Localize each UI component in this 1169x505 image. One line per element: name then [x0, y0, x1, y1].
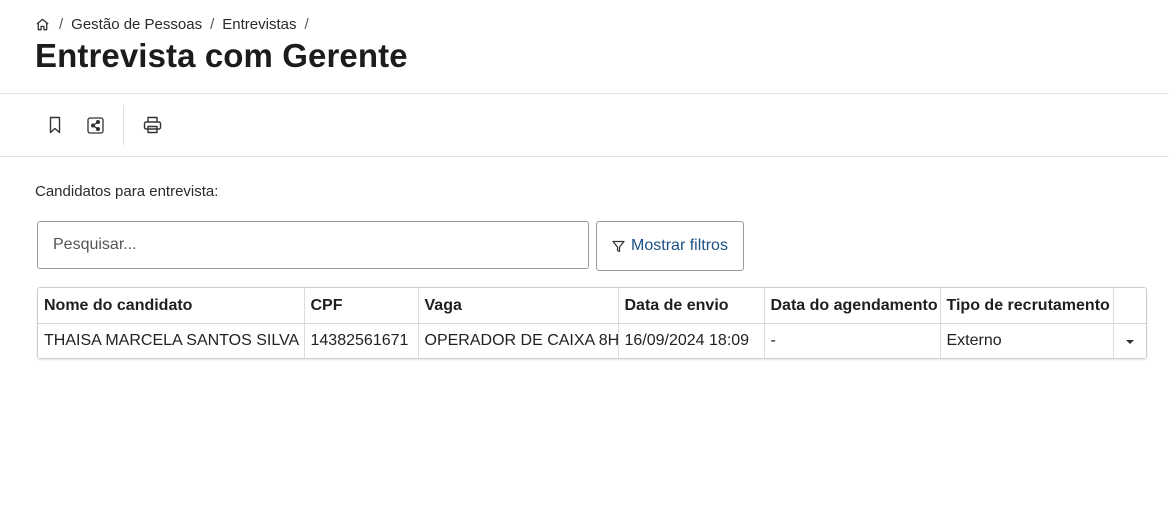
candidates-table: Nome do candidato CPF Vaga Data de envio… [37, 287, 1147, 359]
cell-data-agendamento: - [764, 323, 941, 358]
cell-vaga: OPERADOR DE CAIXA 8H [418, 323, 619, 358]
header-divider [0, 93, 1169, 94]
column-header-data-envio[interactable]: Data de envio [618, 288, 765, 324]
toolbar-divider [0, 156, 1169, 157]
home-icon[interactable] [35, 17, 50, 32]
cell-cpf: 14382561671 [304, 323, 419, 358]
row-expand-button[interactable] [1113, 324, 1146, 359]
cell-tipo: Externo [940, 323, 1114, 358]
table-row[interactable]: THAISA MARCELA SANTOS SILVA 14382561671 … [38, 323, 1146, 359]
page-title: Entrevista com Gerente [35, 37, 408, 74]
bookmark-icon [47, 116, 63, 134]
bookmark-button[interactable] [35, 105, 75, 145]
share-icon [86, 116, 104, 134]
search-input[interactable] [37, 221, 589, 269]
column-header-cpf[interactable]: CPF [304, 288, 419, 324]
print-button[interactable] [132, 105, 172, 145]
column-header-tipo-recrutamento[interactable]: Tipo de recrutamento [940, 288, 1114, 324]
candidates-label: Candidatos para entrevista: [35, 183, 219, 200]
breadcrumb-item-entrevistas[interactable]: Entrevistas [222, 16, 296, 33]
toolbar-separator [123, 105, 124, 145]
table: Nome do candidato CPF Vaga Data de envio… [38, 288, 1146, 358]
breadcrumb-item-gestao-de-pessoas[interactable]: Gestão de Pessoas [71, 16, 202, 33]
table-header-row: Nome do candidato CPF Vaga Data de envio… [38, 288, 1146, 324]
breadcrumb-separator: / [59, 15, 64, 33]
column-header-actions [1113, 288, 1146, 324]
column-header-nome[interactable]: Nome do candidato [38, 288, 305, 324]
filter-icon [612, 240, 625, 253]
print-icon [143, 116, 162, 134]
column-header-data-agendamento[interactable]: Data do agendamento [764, 288, 941, 324]
breadcrumb-separator: / [304, 15, 309, 33]
column-header-vaga[interactable]: Vaga [418, 288, 619, 324]
caret-down-icon [1125, 332, 1135, 344]
cell-data-envio: 16/09/2024 18:09 [618, 323, 765, 358]
show-filters-button[interactable]: Mostrar filtros [596, 221, 744, 271]
page: / Gestão de Pessoas / Entrevistas / Entr… [0, 0, 1169, 505]
cell-nome: THAISA MARCELA SANTOS SILVA [38, 323, 305, 358]
toolbar [35, 104, 172, 146]
share-button[interactable] [75, 105, 115, 145]
breadcrumb: / Gestão de Pessoas / Entrevistas / [35, 14, 317, 34]
breadcrumb-separator: / [210, 15, 215, 33]
show-filters-label: Mostrar filtros [631, 237, 728, 254]
